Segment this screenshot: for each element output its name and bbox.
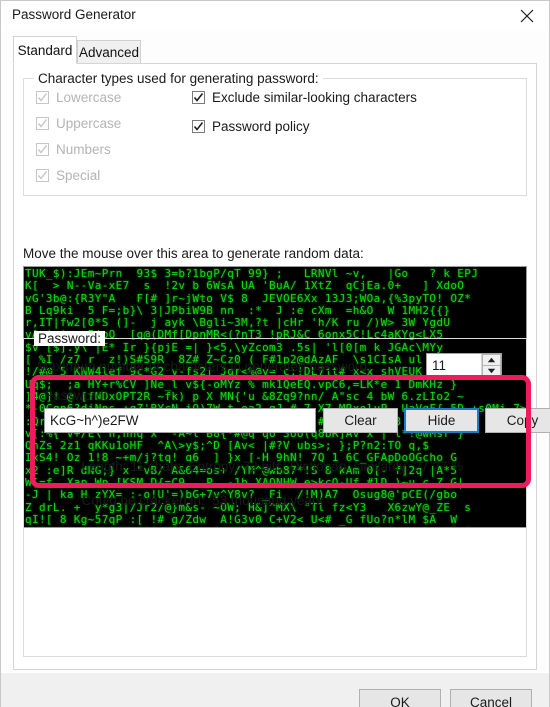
max-chars-input[interactable]: 11 <box>427 354 481 377</box>
title-bar: Password Generator <box>1 1 549 32</box>
checkbox-exclude-similar-box <box>192 91 205 104</box>
password-generator-window: Password Generator Standard Advanced Cha… <box>0 0 550 707</box>
hide-button-label: Hide <box>427 413 456 428</box>
checkbox-numbers-box <box>36 143 49 156</box>
password-stats: Length: 11 chars; Entropy: 72 bits; Dict… <box>44 441 464 526</box>
tab-strip: Standard Advanced <box>13 36 537 64</box>
checkbox-uppercase[interactable]: Uppercase <box>36 116 121 131</box>
checkbox-special-label: Special <box>56 168 101 183</box>
checkbox-lowercase-box <box>36 91 49 104</box>
tab-standard[interactable]: Standard <box>13 36 77 64</box>
password-stats-line1: Length: 11 chars; Entropy: 72 bits; Dict… <box>81 459 464 474</box>
ok-button-label: OK <box>390 694 410 707</box>
checkbox-password-policy-label: Password policy <box>212 119 310 134</box>
checkbox-lowercase-label: Lowercase <box>56 90 122 105</box>
close-icon[interactable] <box>505 1 549 30</box>
max-chars-stepper-buttons <box>481 354 501 377</box>
cancel-button[interactable]: Cancel <box>450 689 532 707</box>
dialog-footer: OK Cancel <box>1 672 549 707</box>
password-stats-line2: Could be cracked in: 53 thousand years <box>81 493 324 508</box>
checkbox-numbers[interactable]: Numbers <box>36 142 111 157</box>
stepper-up-icon[interactable] <box>482 354 501 366</box>
checkbox-uppercase-box <box>36 117 49 130</box>
password-input[interactable]: KcG~h^)e2FW <box>44 408 316 433</box>
checkbox-uppercase-label: Uppercase <box>56 116 122 131</box>
checkbox-lowercase[interactable]: Lowercase <box>36 90 121 105</box>
window-title: Password Generator <box>12 7 136 22</box>
checkbox-password-policy[interactable]: Password policy <box>192 119 310 134</box>
password-field-label: Password: <box>44 388 108 403</box>
clear-button-label: Clear <box>344 413 377 428</box>
checkbox-password-policy-box <box>192 120 205 133</box>
checkbox-exclude-similar-label: Exclude similar-looking characters <box>212 90 417 105</box>
cancel-button-label: Cancel <box>469 694 513 707</box>
clear-button[interactable]: Clear <box>323 408 398 433</box>
tab-standard-label: Standard <box>17 42 73 58</box>
ok-button[interactable]: OK <box>359 689 441 707</box>
checkbox-numbers-label: Numbers <box>56 142 111 157</box>
hide-button[interactable]: Hide <box>404 408 479 433</box>
stepper-down-icon[interactable] <box>482 365 501 377</box>
tab-advanced-label: Advanced <box>78 45 140 60</box>
dialog-body: Standard Advanced Character types used f… <box>1 31 550 707</box>
character-types-group-title: Character types used for generating pass… <box>34 71 323 86</box>
tab-page-standard: Character types used for generating pass… <box>13 63 550 670</box>
max-chars-label: Maximum number of characters in generate… <box>37 359 371 374</box>
copy-button-label: Copy <box>506 413 539 428</box>
password-group: Password: Maximum number of characters i… <box>23 331 550 657</box>
password-group-title: Password: <box>34 331 106 346</box>
random-data-label: Move the mouse over this area to generat… <box>23 246 364 261</box>
copy-button[interactable]: Copy <box>485 408 550 433</box>
tab-advanced[interactable]: Advanced <box>77 40 141 64</box>
checkbox-exclude-similar[interactable]: Exclude similar-looking characters <box>192 90 417 105</box>
checkbox-special[interactable]: Special <box>36 168 100 183</box>
checkbox-special-box <box>36 169 49 182</box>
max-chars-stepper[interactable]: 11 <box>426 353 502 378</box>
